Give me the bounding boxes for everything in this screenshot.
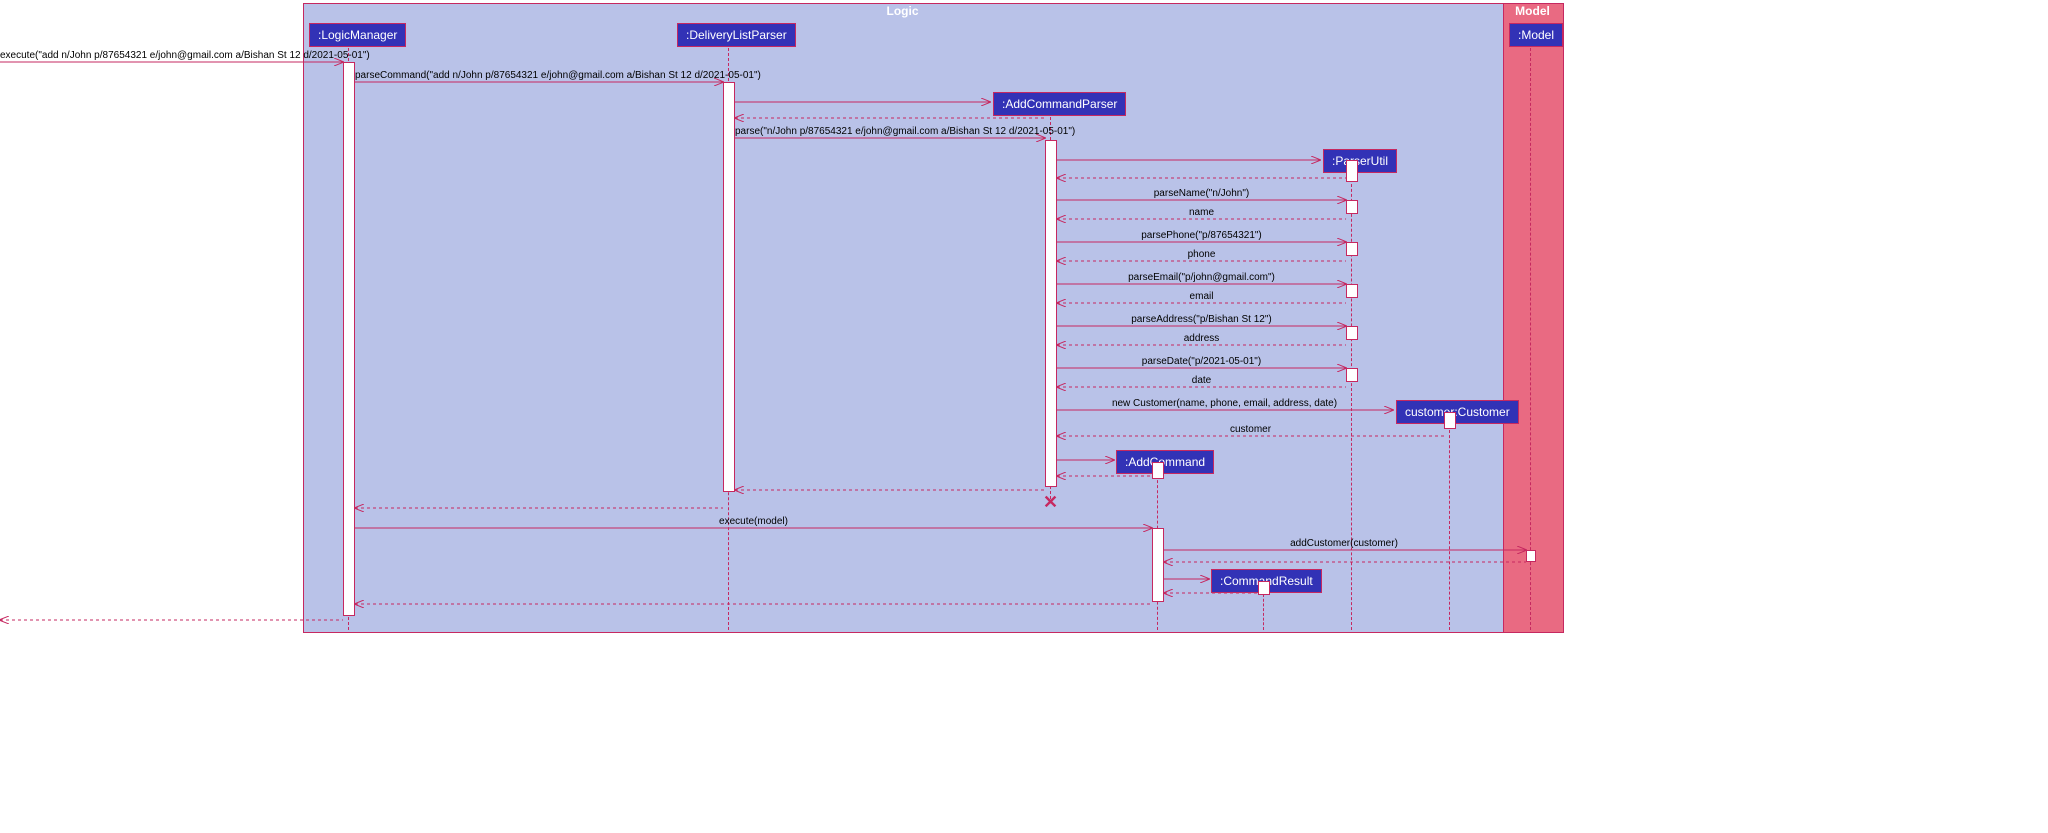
msg-parse: parse("n/John p/87654321 e/john@gmail.co… (735, 126, 1045, 137)
parser-util-lifeline: :ParserUtil (1323, 149, 1397, 173)
model-frame-label: Model (1503, 4, 1562, 18)
parser-util-act1 (1346, 200, 1358, 214)
model-dash (1530, 48, 1531, 630)
parser-util-act3 (1346, 284, 1358, 298)
parser-util-act4 (1346, 326, 1358, 340)
add-command-lifeline: :AddCommand (1116, 450, 1214, 474)
delivery-list-parser-lifeline: :DeliveryListParser (677, 23, 796, 47)
logic-frame-label: Logic (303, 4, 1502, 18)
customer-lifeline: customer:Customer (1396, 400, 1519, 424)
msg-add-customer: addCustomer(customer) (1164, 538, 1524, 549)
msg-customer-return: customer (1057, 424, 1444, 435)
command-result-dash (1263, 594, 1264, 630)
customer-dash (1449, 425, 1450, 630)
add-command-act1 (1152, 528, 1164, 602)
add-command-parser-activation (1045, 140, 1057, 487)
parser-util-act0 (1346, 160, 1358, 182)
msg-name: name (1057, 207, 1346, 218)
command-result-act (1258, 581, 1270, 595)
add-command-act0 (1152, 462, 1164, 479)
delivery-list-parser-activation (723, 82, 735, 492)
msg-parse-phone: parsePhone("p/87654321") (1057, 230, 1346, 241)
parser-util-act5 (1346, 368, 1358, 382)
msg-parse-name: parseName("n/John") (1057, 188, 1346, 199)
msg-date: date (1057, 375, 1346, 386)
msg-parse-email: parseEmail("p/john@gmail.com") (1057, 272, 1346, 283)
msg-parse-address: parseAddress("p/Bishan St 12") (1057, 314, 1346, 325)
msg-new-customer: new Customer(name, phone, email, address… (1057, 398, 1392, 409)
msg-parse-date: parseDate("p/2021-05-01") (1057, 356, 1346, 367)
sequence-diagram: Logic Model :LogicManager :DeliveryListP… (0, 0, 2048, 833)
msg-execute-model: execute(model) (355, 516, 1152, 527)
msg-execute: execute("add n/John p/87654321 e/john@gm… (0, 50, 343, 61)
logic-manager-lifeline: :LogicManager (309, 23, 406, 47)
msg-address: address (1057, 333, 1346, 344)
msg-phone: phone (1057, 249, 1346, 260)
model-lifeline: :Model (1509, 23, 1563, 47)
destroy-icon: ✕ (1043, 492, 1058, 513)
parser-util-act2 (1346, 242, 1358, 256)
logic-manager-activation (343, 62, 355, 616)
customer-act (1444, 412, 1456, 429)
msg-parse-command: parseCommand("add n/John p/87654321 e/jo… (355, 70, 723, 81)
msg-email: email (1057, 291, 1346, 302)
add-command-parser-lifeline: :AddCommandParser (993, 92, 1126, 116)
model-act (1526, 550, 1536, 562)
